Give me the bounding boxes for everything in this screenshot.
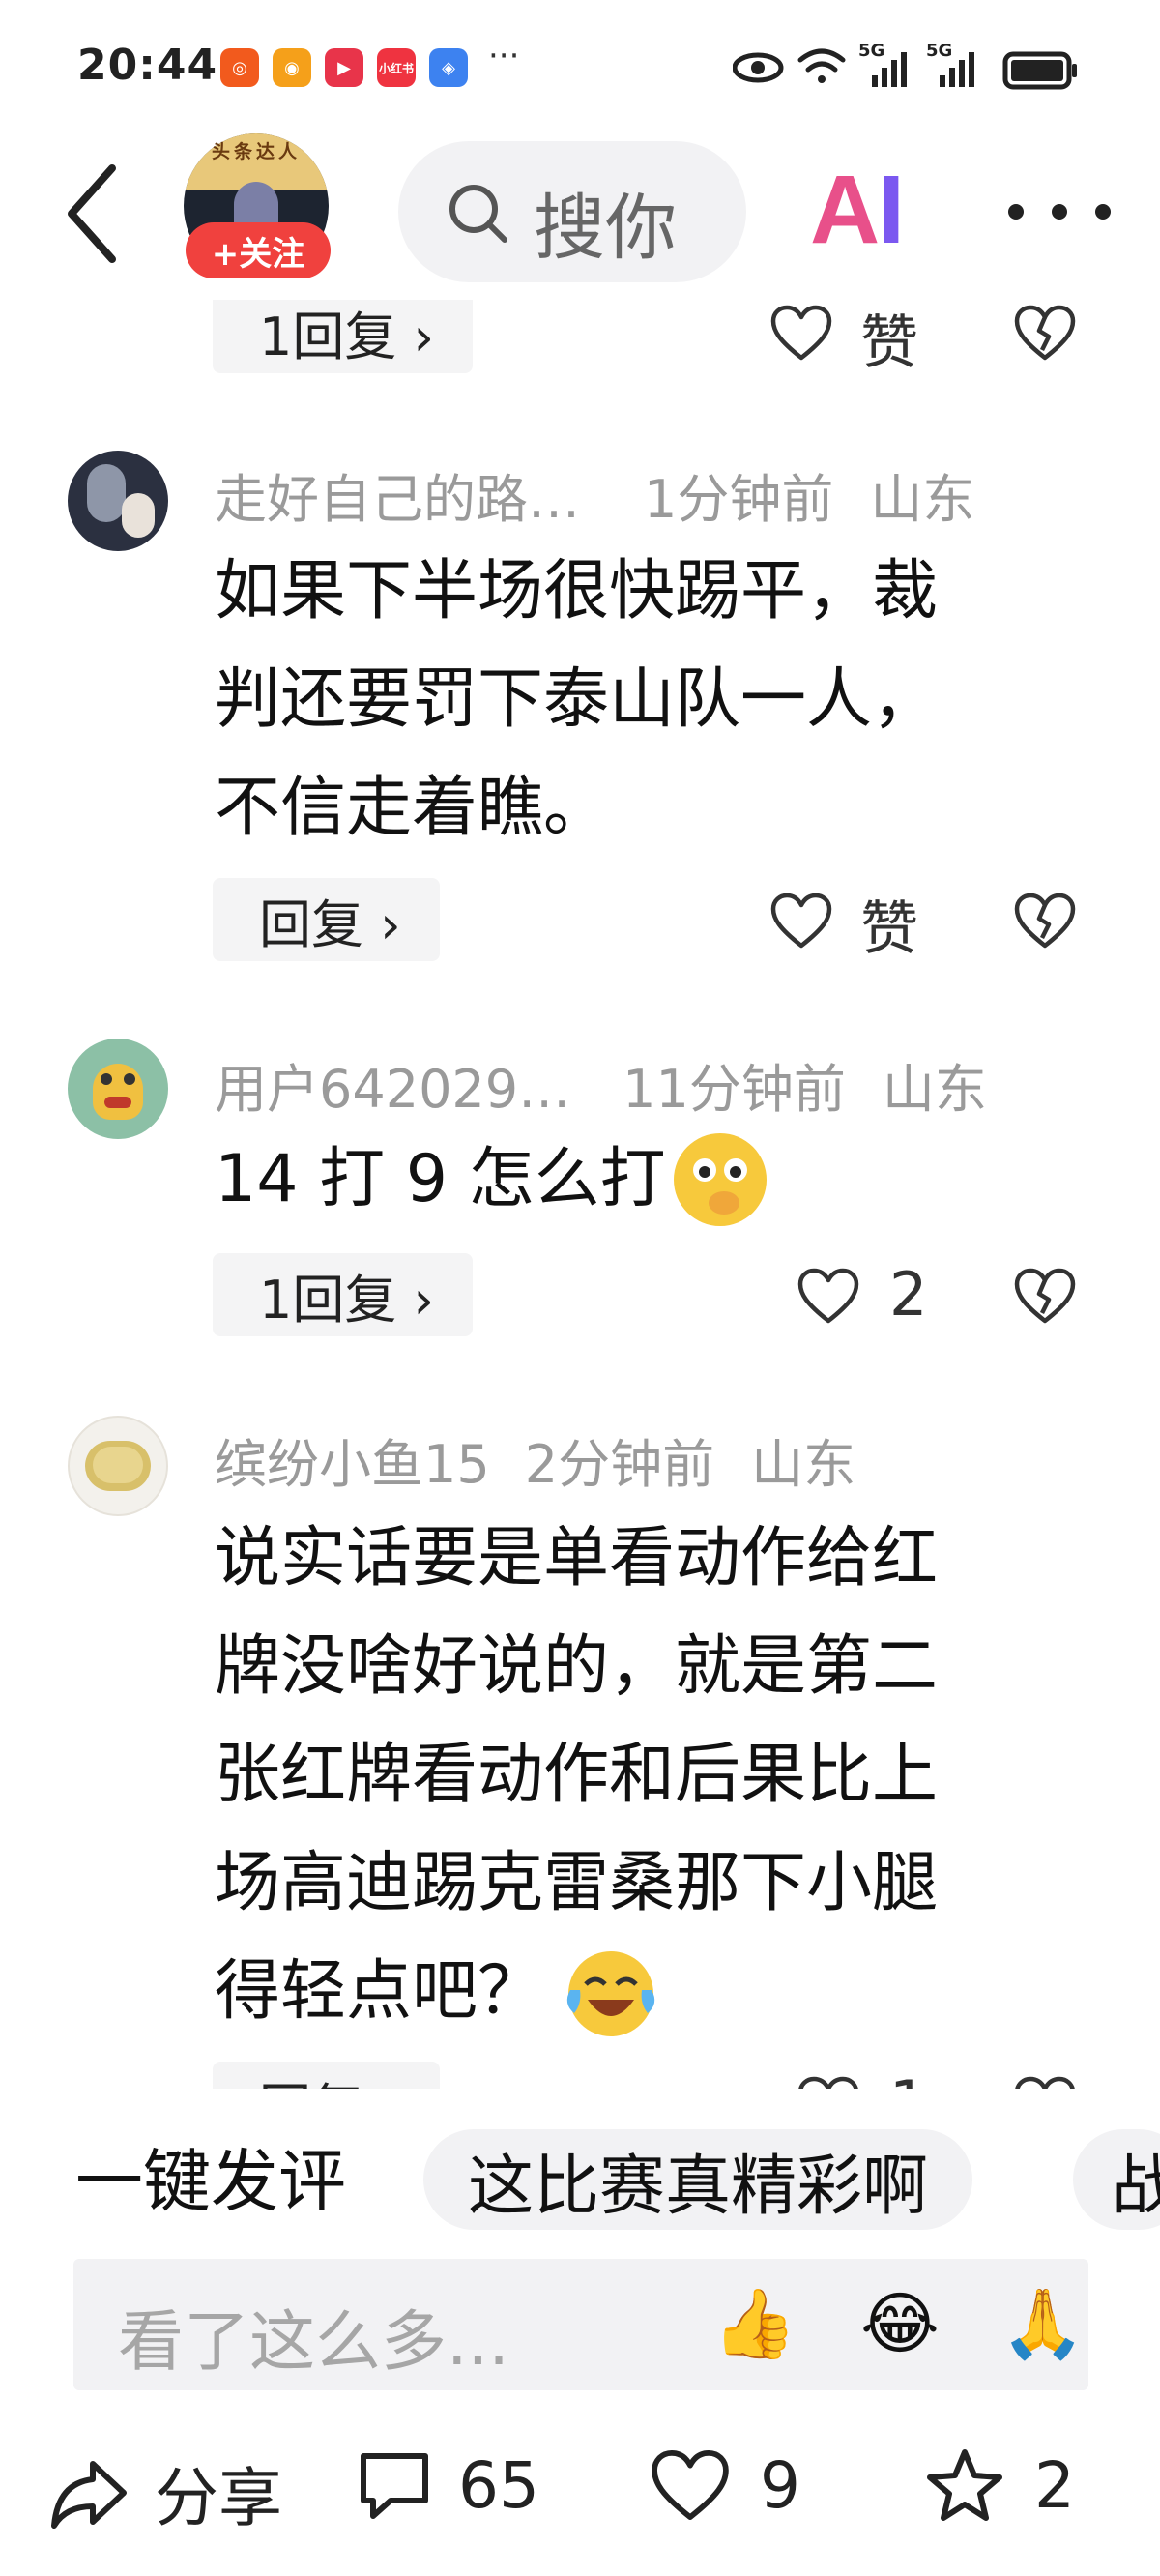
share-label: 分享: [155, 2461, 282, 2535]
quick-comment-title: 一键发评: [75, 2142, 346, 2221]
like-label[interactable]: 赞: [860, 882, 918, 966]
comment-username[interactable]: 用户642029…: [215, 1059, 570, 1120]
battery-icon: [1002, 51, 1077, 90]
laugh-cry-emoji-icon: [566, 1951, 655, 2036]
article-like-count: 9: [760, 2447, 800, 2523]
reply-button[interactable]: 回复 ›: [213, 878, 440, 961]
comment-text: 14 打 9 怎么打: [215, 1126, 770, 1234]
like-heart-icon[interactable]: [769, 304, 833, 362]
more-notifications-icon: ···: [488, 37, 520, 75]
search-placeholder: 搜你: [534, 187, 677, 270]
dislike-broken-heart-icon[interactable]: [1013, 304, 1077, 362]
heart-icon: [652, 2450, 729, 2520]
comment-line: 如果下半场很快踢平，裁: [215, 553, 939, 629]
xiaohongshu-icon: 小红书: [377, 48, 416, 87]
app-notification-icon-5: ◈: [429, 48, 468, 87]
comment-meta: 走好自己的路… 1分钟前 山东: [215, 456, 974, 533]
like-heart-icon[interactable]: [769, 892, 833, 950]
ai-button[interactable]: AI: [810, 155, 905, 266]
status-time: 20:44: [77, 41, 218, 90]
comment-meta: 用户642029… 11分钟前 山东: [215, 1046, 987, 1123]
app-notification-icon-1: ◎: [220, 48, 259, 87]
like-count: 2: [889, 1259, 928, 1330]
comment-meta: 缤纷小鱼15 2分钟前 山东: [215, 1421, 856, 1498]
like-article-button[interactable]: 9: [650, 2446, 800, 2524]
ai-label-i: I: [878, 156, 905, 264]
comment-line: 张红牌看动作和后果比上: [215, 1737, 939, 1813]
comment-line: 不信走着瞧。: [215, 770, 610, 846]
favorite-button[interactable]: 2: [924, 2446, 1075, 2524]
commenter-avatar[interactable]: [68, 1416, 168, 1516]
signal-label-2: 5G: [926, 41, 953, 61]
comments-button[interactable]: 65: [354, 2446, 539, 2524]
comment-line: 场高迪踢克雷桑那下小腿: [215, 1845, 939, 1921]
comment-line: 牌没啥好说的，就是第二: [215, 1628, 939, 1705]
star-icon: [927, 2449, 1002, 2521]
commenter-avatar[interactable]: [68, 451, 168, 551]
dislike-broken-heart-icon[interactable]: [1013, 892, 1077, 950]
comment-location: 山东: [751, 1434, 856, 1495]
laugh-emoji-button[interactable]: 😂: [856, 2280, 943, 2367]
bottom-bar: 一键发评 这比赛真精彩啊 战 看了这么多... 👍 😂 🙏 分享 65 9 2: [0, 2089, 1160, 2576]
follow-button[interactable]: +关注: [186, 222, 331, 278]
author-badge: 头条达人: [211, 141, 301, 162]
comment-username[interactable]: 走好自己的路…: [215, 469, 580, 530]
prev-like-label[interactable]: 赞: [860, 296, 918, 380]
app-notification-icon-2: ◉: [273, 48, 311, 87]
comment-time: 1分钟前: [644, 469, 834, 530]
eye-comfort-icon: [733, 52, 784, 83]
share-icon: [51, 2461, 127, 2529]
comment-time: 11分钟前: [623, 1059, 846, 1120]
status-bar: 20:44 ◎ ◉ ▶ 小红书 ◈ ··· 5G 5G: [0, 0, 1160, 135]
comment-text: 说实话要是单看动作给红 牌没啥好说的，就是第二 张红牌看动作和后果比上 场高迪踢…: [215, 1505, 938, 2046]
comment-input[interactable]: 看了这么多... 👍 😂 🙏: [73, 2259, 1088, 2390]
comment-line: 判还要罚下泰山队一人，: [215, 661, 939, 738]
status-icons: [733, 48, 1077, 90]
comment-location: 山东: [882, 1059, 987, 1120]
ai-label-a: A: [810, 156, 880, 264]
back-arrow-icon[interactable]: [58, 161, 128, 267]
comment-username[interactable]: 缤纷小鱼15: [215, 1434, 490, 1495]
comment-text: 如果下半场很快踢平，裁 判还要罚下泰山队一人， 不信走着瞧。: [215, 538, 938, 863]
comment-count: 65: [458, 2447, 539, 2523]
surprised-emoji-icon: [673, 1133, 767, 1226]
like-heart-icon[interactable]: [797, 1267, 860, 1325]
comment-line: 说实话要是单看动作给红: [215, 1520, 939, 1596]
commenter-avatar[interactable]: [68, 1039, 168, 1139]
wifi-icon: [798, 48, 846, 83]
comment-bubble-icon: [361, 2453, 428, 2519]
more-options-icon[interactable]: [1001, 197, 1117, 226]
quick-comment-chip[interactable]: 战: [1073, 2129, 1160, 2230]
share-button[interactable]: 分享: [48, 2446, 282, 2539]
comment-time: 2分钟前: [524, 1434, 715, 1495]
comment-input-placeholder: 看了这么多...: [118, 2304, 509, 2381]
comment-line: 得轻点吧？: [215, 1953, 544, 2030]
comment-line: 14 打 9 怎么打: [215, 1141, 666, 1217]
signal-label-1: 5G: [858, 41, 885, 61]
video-app-icon: ▶: [325, 48, 363, 87]
clap-hands-emoji-button[interactable]: 🙏: [1000, 2280, 1087, 2367]
prev-reply-button[interactable]: 1回复 ›: [213, 290, 474, 373]
thumbs-up-emoji-button[interactable]: 👍: [711, 2280, 798, 2367]
quick-comment-chip[interactable]: 这比赛真精彩啊: [423, 2129, 973, 2230]
search-icon: [450, 185, 508, 243]
favorite-count: 2: [1034, 2447, 1075, 2523]
dislike-broken-heart-icon[interactable]: [1013, 1267, 1077, 1325]
reply-button[interactable]: 1回复 ›: [213, 1253, 474, 1336]
search-bar[interactable]: 搜你: [398, 141, 746, 282]
comment-location: 山东: [870, 469, 975, 530]
